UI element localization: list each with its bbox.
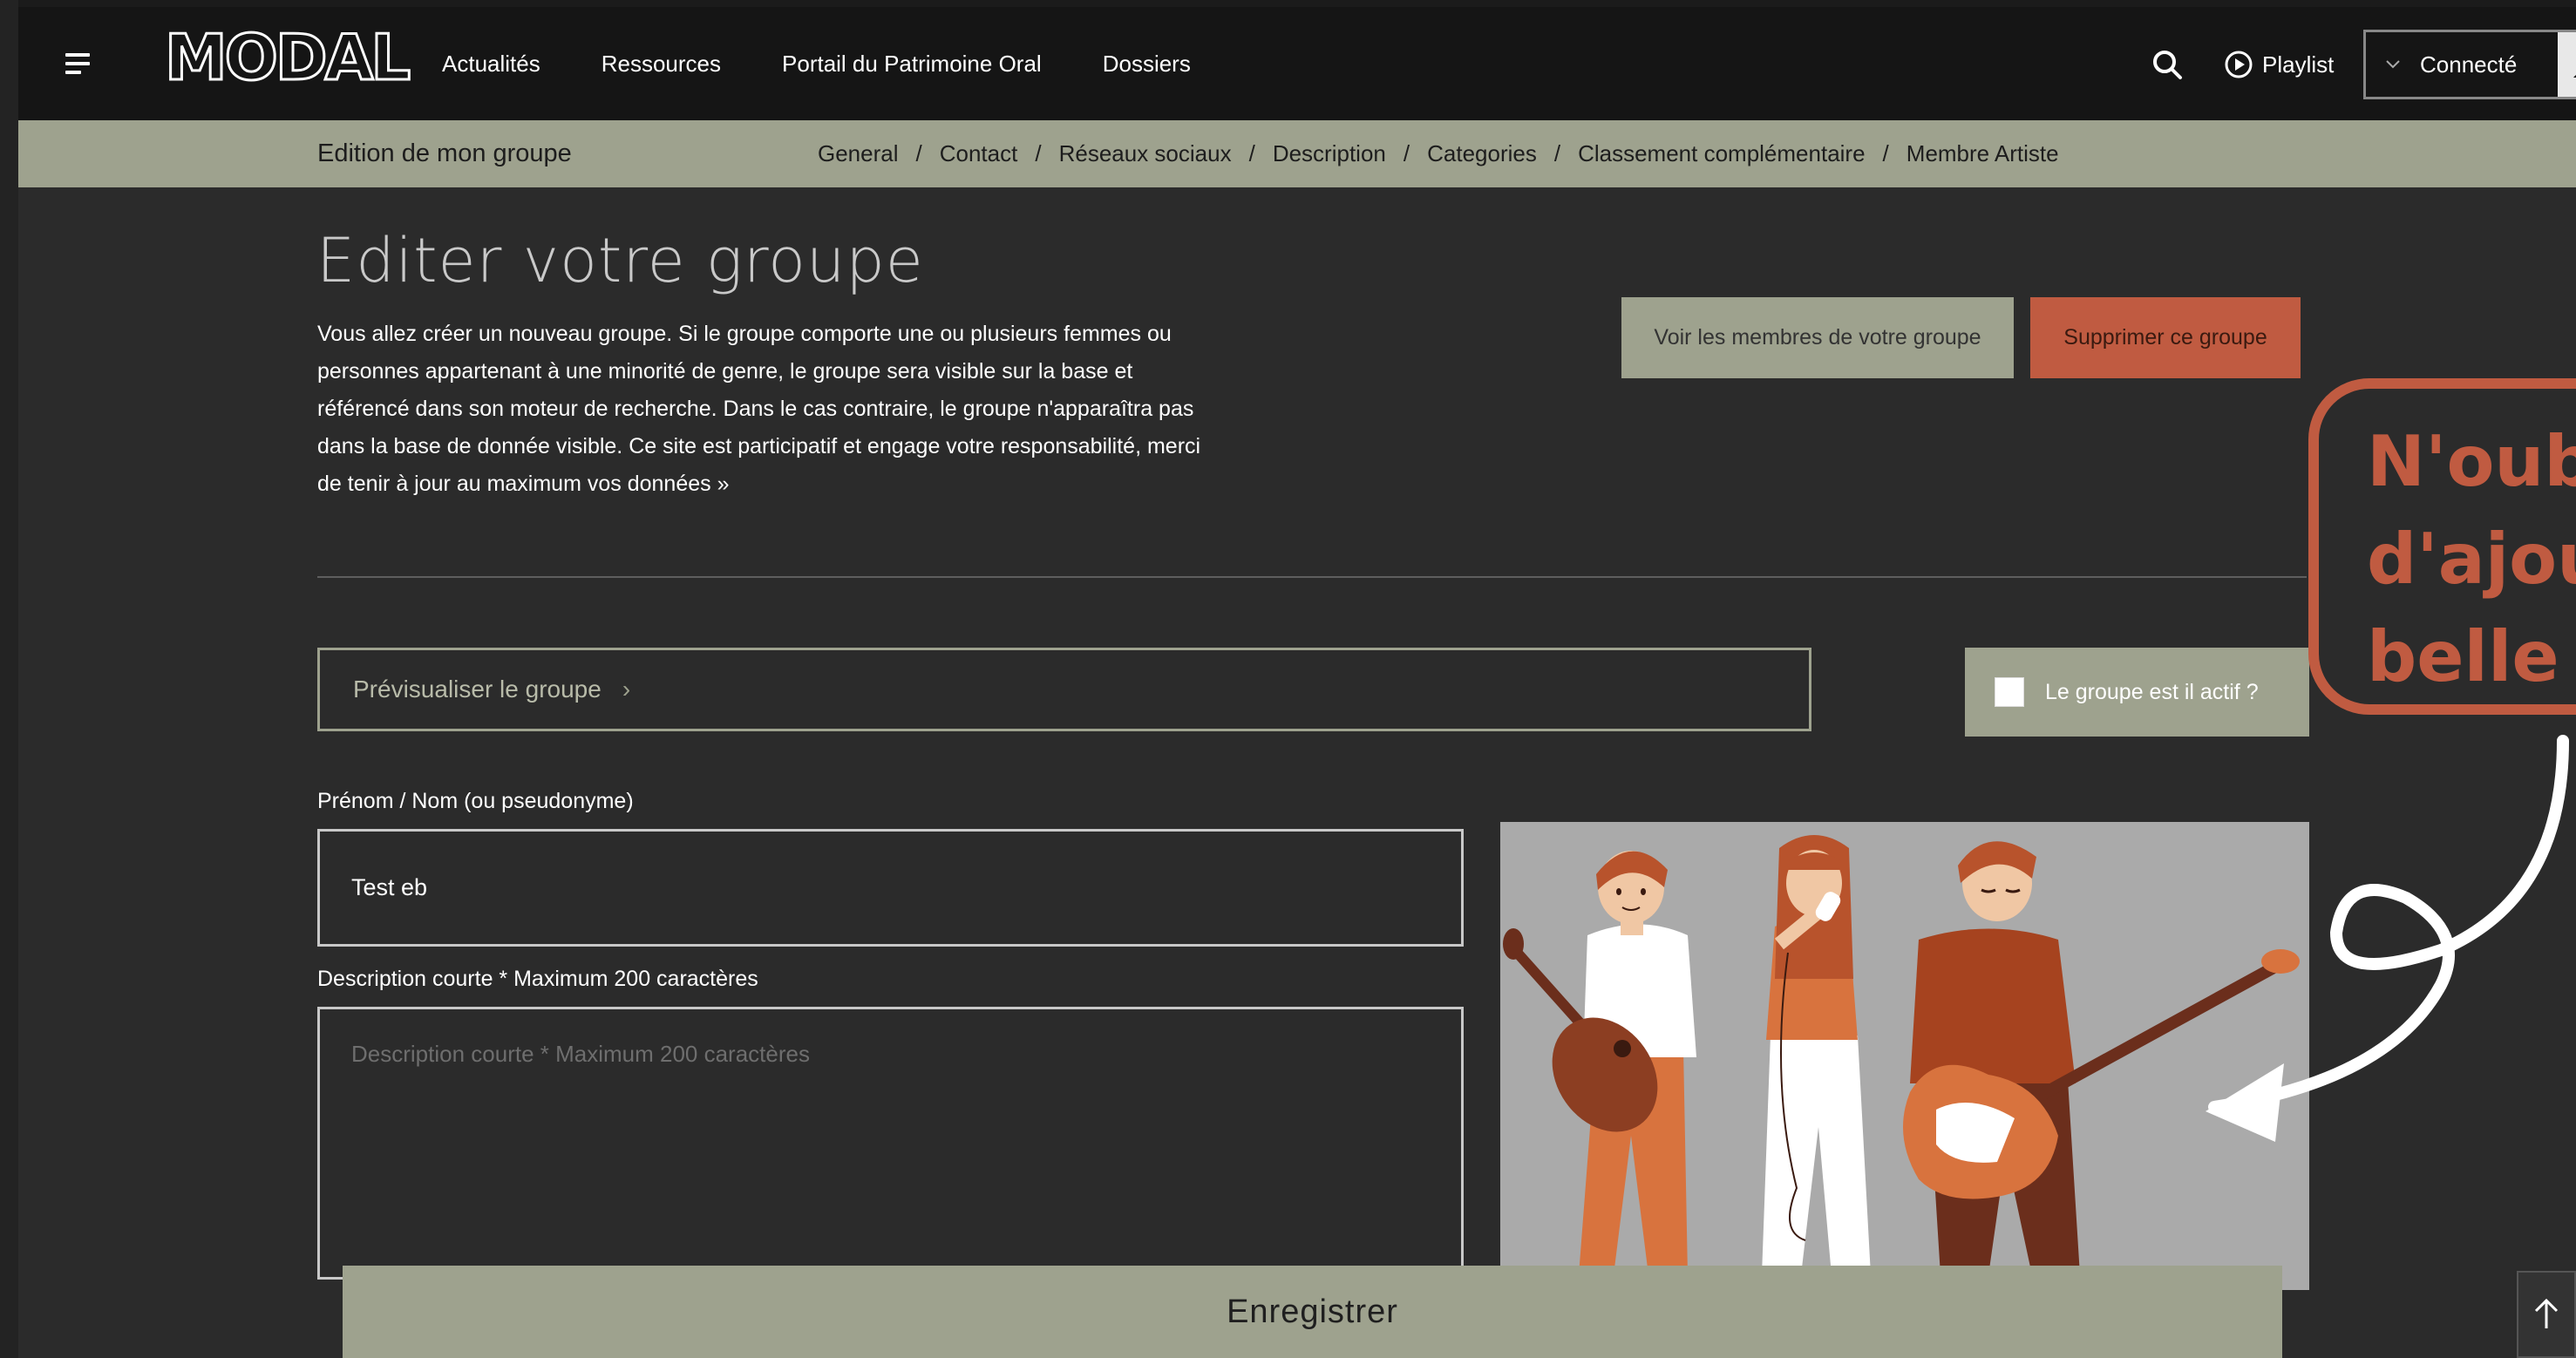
intro-line: dans la base de donnée visible. Ce site … (317, 434, 1201, 458)
main-nav: Actualités Ressources Portail du Patrimo… (442, 7, 1191, 120)
section-link-contact[interactable]: Contact (940, 140, 1018, 167)
intro-line: Vous allez créer un nouveau groupe. Si l… (317, 322, 1172, 346)
scroll-to-top-button[interactable] (2517, 1271, 2576, 1358)
playlist-button[interactable]: Playlist (2224, 47, 2334, 82)
active-checkbox[interactable] (1995, 677, 2024, 707)
user-icon (2573, 74, 2576, 78)
page-title: Editer votre groupe (316, 225, 924, 296)
separator: / (1035, 140, 1042, 166)
search-icon[interactable] (2150, 47, 2185, 82)
intro-line: référencé dans son moteur de recherche. … (317, 397, 1194, 421)
site-logo[interactable]: MODAL (163, 25, 411, 91)
user-avatar[interactable] (2558, 32, 2576, 97)
divider (317, 576, 2307, 578)
active-label: Le groupe est il actif ? (2045, 679, 2259, 704)
intro-line: de tenir à jour au maximum vos données » (317, 472, 730, 496)
section-link-description[interactable]: Description (1273, 140, 1386, 167)
nav-item-dossiers[interactable]: Dossiers (1103, 51, 1191, 78)
name-input-value: Test eb (351, 874, 428, 900)
subnav-title: Edition de mon groupe (317, 139, 572, 167)
playlist-label: Playlist (2262, 51, 2335, 78)
section-link-general[interactable]: General (818, 140, 899, 167)
section-link-membre[interactable]: Membre Artiste (1907, 140, 2059, 167)
callout-line: belle (2367, 616, 2559, 697)
save-button[interactable]: Enregistrer (343, 1266, 2282, 1358)
delete-group-button[interactable]: Supprimer ce groupe (2030, 297, 2301, 378)
intro-text: Vous allez créer un nouveau groupe. Si l… (317, 316, 1302, 503)
separator: / (1882, 140, 1889, 166)
separator: / (1403, 140, 1410, 166)
chevron-down-icon (2386, 60, 2400, 69)
guitarist-left-figure (1503, 851, 1696, 1275)
reminder-callout: N'oub d'ajou belle (2308, 378, 2576, 715)
description-textarea[interactable]: Description courte * Maximum 200 caractè… (317, 1007, 1464, 1280)
description-placeholder: Description courte * Maximum 200 caractè… (351, 1041, 810, 1067)
callout-line: N'oub (2367, 421, 2576, 502)
edit-subnav: Edition de mon groupe General / Contact … (18, 120, 2576, 187)
view-members-button[interactable]: Voir les membres de votre groupe (1621, 297, 2014, 378)
play-circle-icon (2225, 51, 2253, 78)
account-dropdown[interactable]: Connecté (2363, 30, 2576, 99)
section-link-social[interactable]: Réseaux sociaux (1059, 140, 1232, 167)
separator: / (1553, 140, 1561, 166)
name-field-label: Prénom / Nom (ou pseudonyme) (317, 789, 634, 813)
section-link-classement[interactable]: Classement complémentaire (1578, 140, 1865, 167)
chevron-right-icon: › (622, 676, 631, 703)
arrow-up-icon (2534, 1298, 2559, 1328)
section-link-categories[interactable]: Categories (1427, 140, 1537, 167)
hamburger-menu-icon[interactable] (62, 50, 97, 78)
preview-label: Prévisualiser le groupe (353, 676, 602, 703)
nav-item-actualites[interactable]: Actualités (442, 51, 540, 78)
preview-group-button[interactable]: Prévisualiser le groupe › (317, 648, 1811, 731)
intro-line: personnes appartenant à une minorité de … (317, 359, 1133, 384)
nav-item-portail[interactable]: Portail du Patrimoine Oral (782, 51, 1042, 78)
singer-figure (1762, 835, 1871, 1275)
callout-line: d'ajou (2367, 519, 2576, 600)
section-links: General / Contact / Réseaux sociaux / De… (818, 120, 2059, 187)
separator: / (915, 140, 922, 166)
name-input[interactable]: Test eb (317, 829, 1464, 947)
account-label: Connecté (2420, 51, 2518, 78)
window-left-edge (0, 0, 18, 1358)
separator: / (1248, 140, 1255, 166)
curved-arrow-icon (2206, 735, 2569, 1142)
description-field-label: Description courte * Maximum 200 caractè… (317, 967, 758, 991)
top-navbar: MODAL Actualités Ressources Portail du P… (18, 7, 2576, 120)
nav-item-ressources[interactable]: Ressources (602, 51, 721, 78)
window-top-edge (0, 0, 2576, 7)
